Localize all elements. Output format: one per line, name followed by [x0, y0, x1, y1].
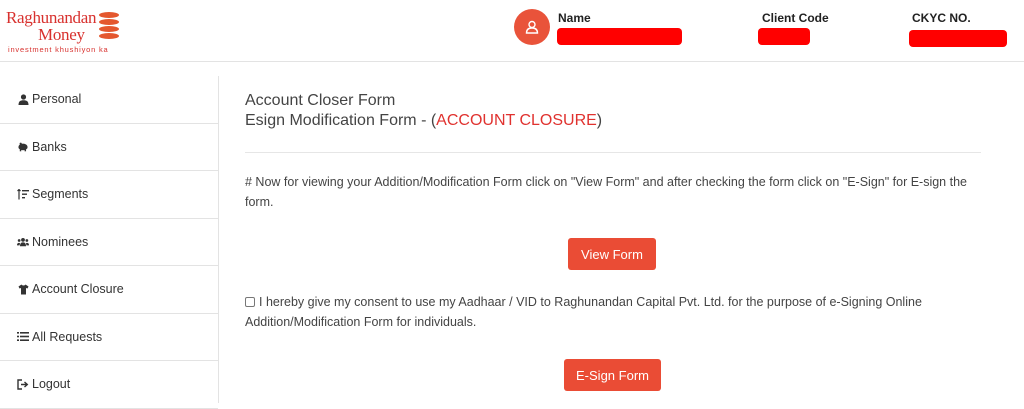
sidebar-item-label: Account Closure	[32, 282, 124, 297]
sidebar-item-all-requests[interactable]: All Requests	[0, 314, 218, 361]
page-subtitle: Esign Modification Form - (ACCOUNT CLOSU…	[245, 111, 981, 131]
sidebar-item-label: Personal	[32, 92, 82, 107]
shirt-icon	[17, 283, 29, 295]
coins-icon	[99, 12, 121, 42]
view-form-button[interactable]: View Form	[568, 238, 656, 270]
client-code-label: Client Code	[762, 11, 829, 25]
list-icon	[17, 331, 29, 343]
sidebar-item-nominees[interactable]: Nominees	[0, 219, 218, 266]
sign-out-icon	[17, 378, 29, 390]
sidebar-item-label: Segments	[32, 187, 89, 202]
main-content: Account Closer Form Esign Modification F…	[245, 76, 981, 391]
users-icon	[17, 236, 29, 248]
instruction-note: # Now for viewing your Addition/Modifica…	[245, 175, 967, 209]
user-icon	[17, 93, 29, 105]
consent-checkbox[interactable]	[245, 297, 255, 307]
sidebar-item-label: Nominees	[32, 234, 89, 249]
sidebar-item-label: All Requests	[32, 329, 103, 344]
client-code-value-redacted	[758, 28, 810, 45]
divider	[245, 152, 981, 153]
ckyc-value-redacted	[909, 30, 1007, 47]
sidebar: Personal Banks Segments Nominees Account…	[0, 76, 219, 409]
subtitle-suffix: )	[596, 112, 603, 129]
logo-text-line2: Money	[38, 25, 85, 44]
page-title: Account Closer Form	[245, 92, 396, 109]
sort-list-icon	[17, 188, 29, 200]
sidebar-item-account-closure[interactable]: Account Closure	[0, 266, 218, 314]
header: Raghunandan Money investment khushiyon k…	[0, 0, 1024, 62]
logo-tagline: investment khushiyon ka	[8, 45, 109, 54]
ckyc-label: CKYC NO.	[912, 11, 971, 25]
sidebar-item-personal[interactable]: Personal	[0, 76, 218, 124]
piggy-bank-icon	[17, 141, 29, 153]
esign-form-button[interactable]: E-Sign Form	[564, 359, 661, 391]
sidebar-item-banks[interactable]: Banks	[0, 124, 218, 171]
name-value-redacted	[557, 28, 682, 45]
sidebar-item-logout[interactable]: Logout	[0, 361, 218, 409]
consent-row: I hereby give my consent to use my Aadha…	[245, 292, 975, 332]
logo[interactable]: Raghunandan Money investment khushiyon k…	[6, 6, 122, 56]
sidebar-item-label: Logout	[32, 377, 71, 392]
consent-text: I hereby give my consent to use my Aadha…	[245, 295, 922, 329]
user-avatar-icon	[514, 9, 550, 45]
sidebar-item-label: Banks	[32, 139, 67, 154]
name-label: Name	[558, 11, 591, 25]
subtitle-prefix: Esign Modification Form - (	[245, 112, 437, 129]
sidebar-item-segments[interactable]: Segments	[0, 171, 218, 219]
subtitle-highlight: ACCOUNT CLOSURE	[436, 112, 597, 129]
